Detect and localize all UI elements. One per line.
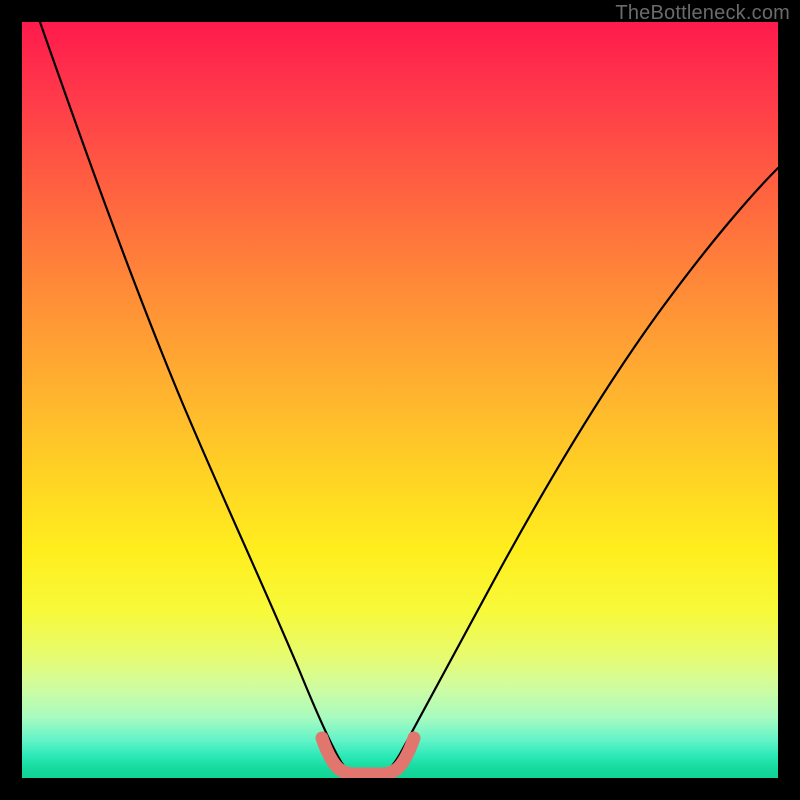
chart-svg	[22, 22, 778, 778]
watermark-text: TheBottleneck.com	[615, 2, 790, 25]
bottleneck-curve	[40, 22, 778, 772]
chart-container: TheBottleneck.com	[0, 0, 800, 800]
optimal-band	[322, 738, 414, 774]
plot-area	[22, 22, 778, 778]
